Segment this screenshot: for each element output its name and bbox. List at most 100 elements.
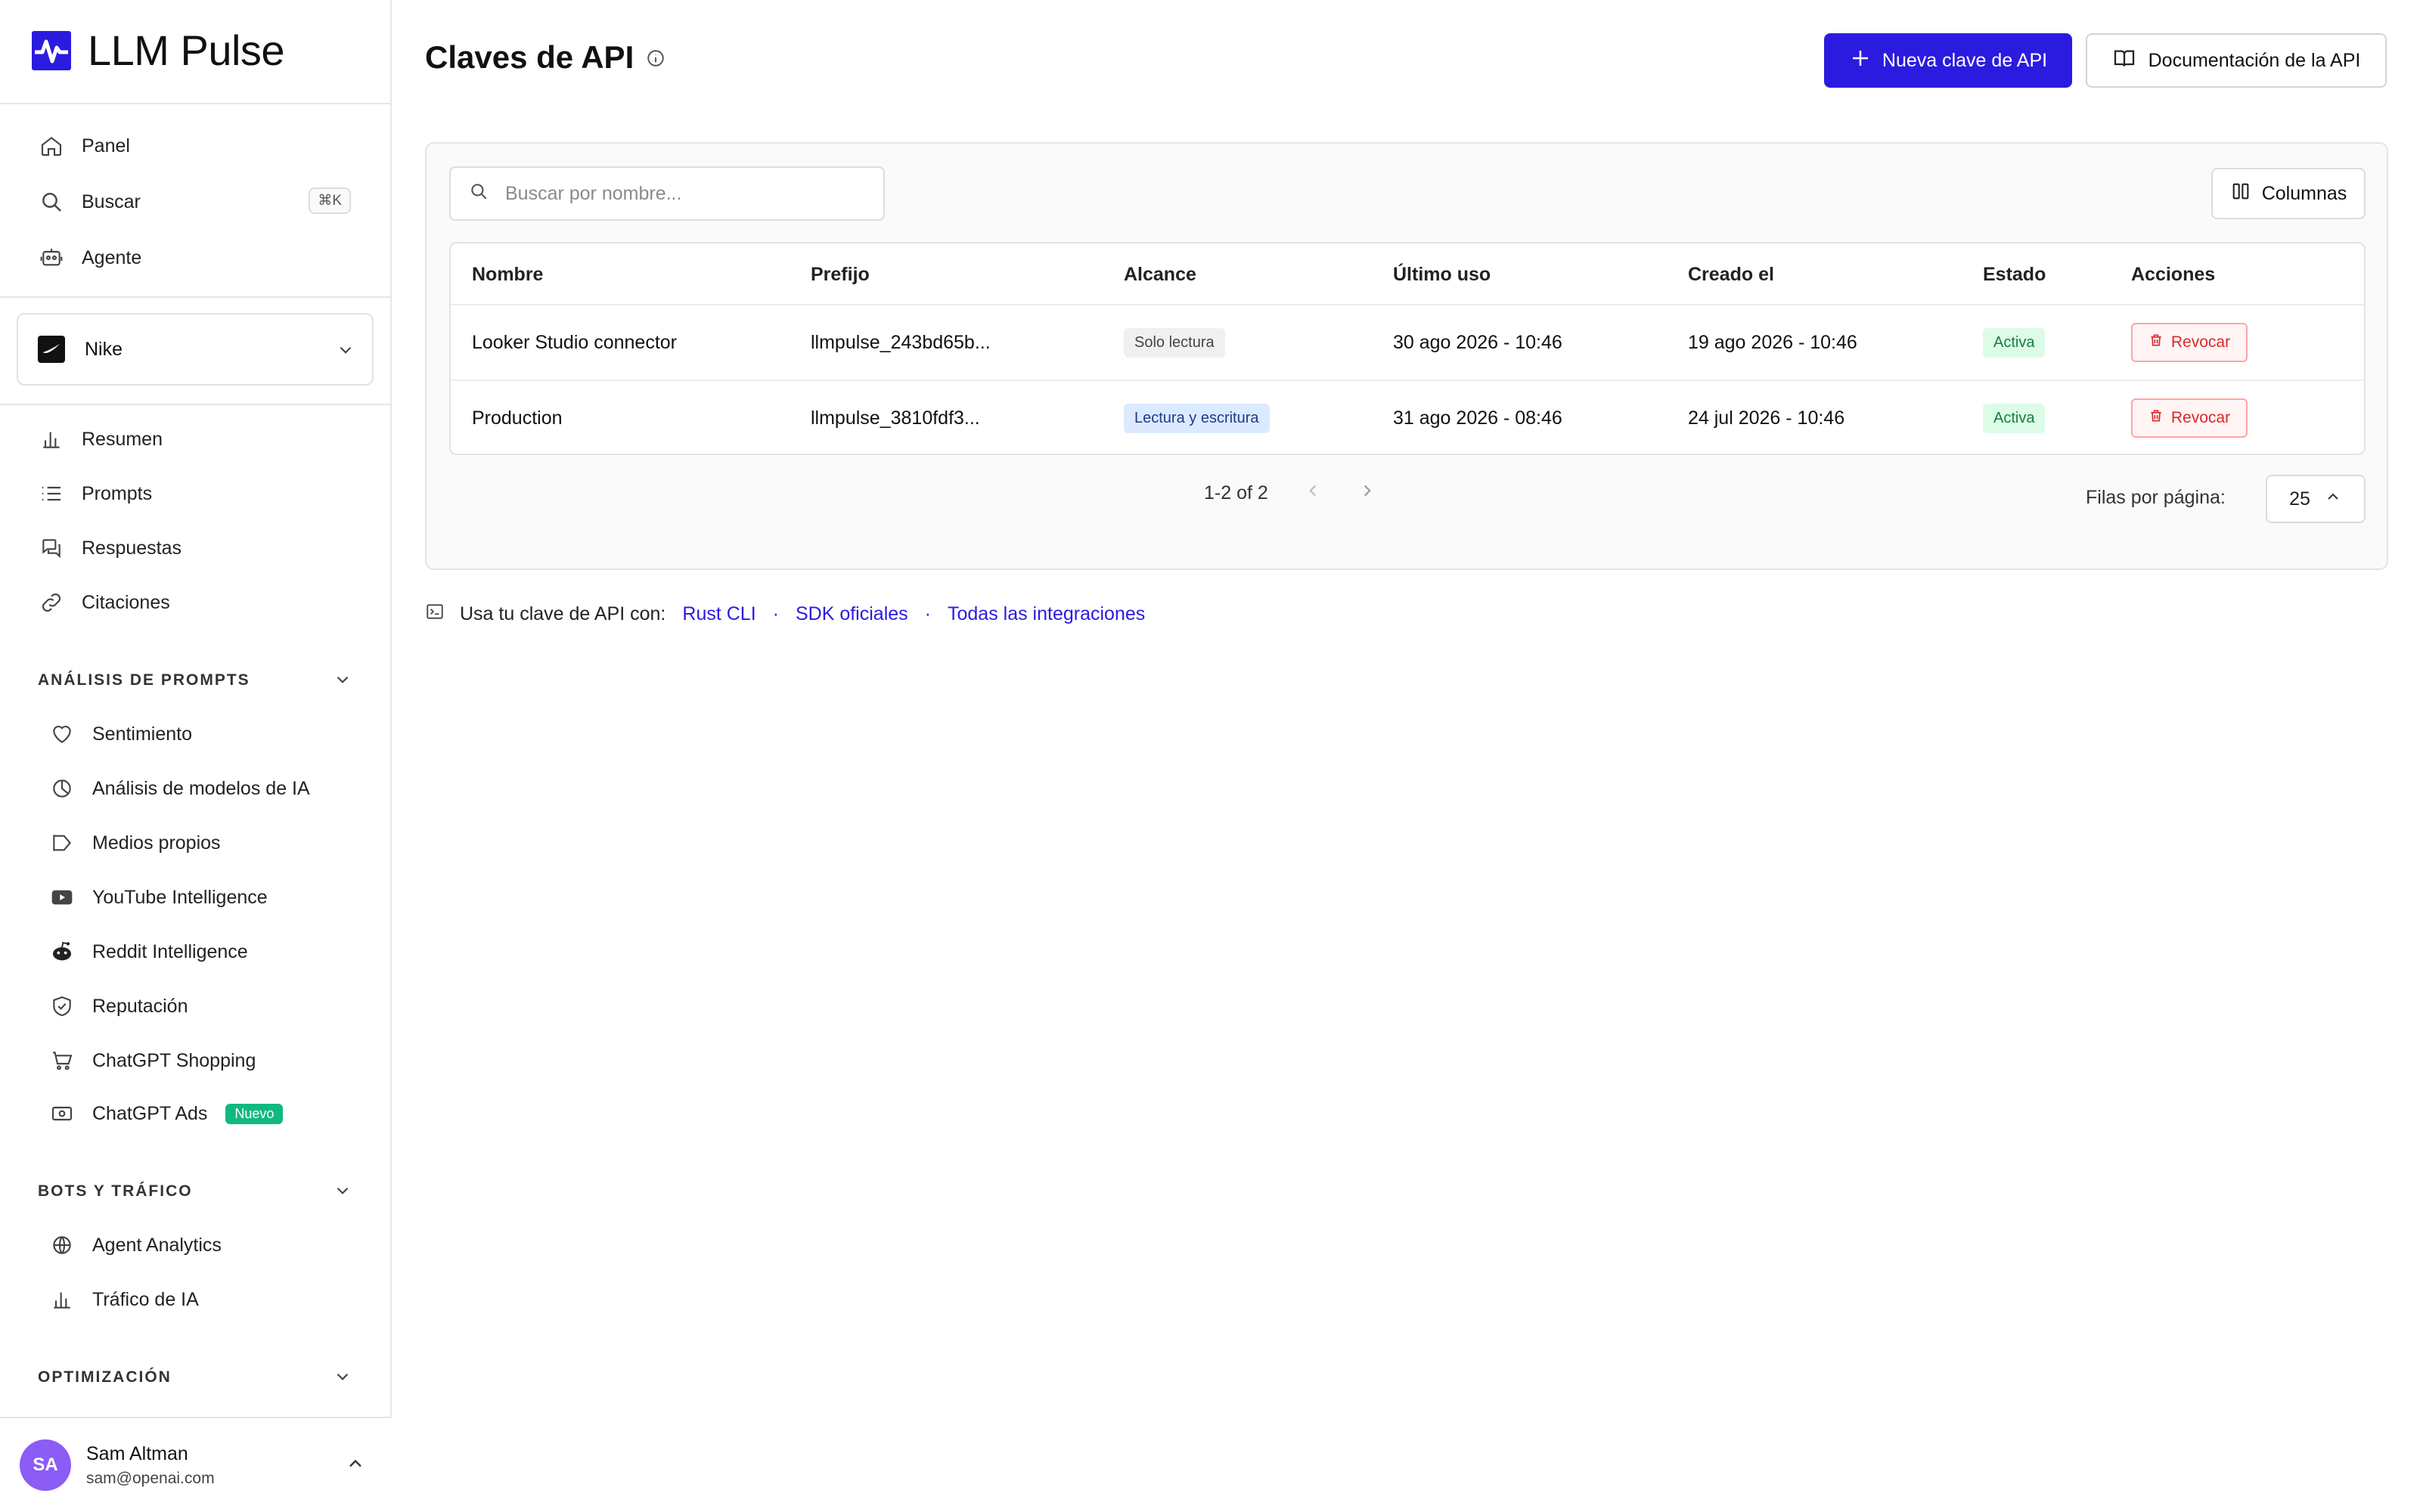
footer-prefix: Usa tu clave de API con: <box>460 603 666 624</box>
nav-item-label: YouTube Intelligence <box>92 886 268 908</box>
nav-item-citaciones[interactable]: Citaciones <box>38 584 170 621</box>
divider <box>0 404 392 405</box>
separator-dot: · <box>772 603 779 624</box>
column-header-ultimo-uso[interactable]: Último uso <box>1393 243 1491 305</box>
cart-icon <box>48 1047 76 1074</box>
cell-last-used: 30 ago 2026 - 10:46 <box>1393 331 1562 353</box>
nav-item-label: Reputación <box>92 995 188 1017</box>
new-api-key-button[interactable]: Nueva clave de API <box>1824 33 2072 88</box>
scope-badge: Lectura y escritura <box>1124 403 1270 433</box>
nav-item-analisis-modelos[interactable]: Análisis de modelos de IA <box>48 770 310 807</box>
nav-item-agent-analytics[interactable]: Agent Analytics <box>48 1226 222 1264</box>
api-docs-button[interactable]: Documentación de la API <box>2086 33 2387 88</box>
plus-icon <box>1849 47 1872 75</box>
heart-icon <box>48 720 76 748</box>
nav-item-label: Prompts <box>82 482 153 504</box>
cell-name: Production <box>472 407 563 429</box>
pie-chart-icon <box>48 775 76 802</box>
integrations-link[interactable]: Todas las integraciones <box>948 603 1145 625</box>
section-title-bots[interactable]: BOTS Y TRÁFICO <box>38 1182 193 1201</box>
status-badge: Activa <box>1983 403 2046 433</box>
trash-icon <box>2149 408 2164 428</box>
button-label: Nueva clave de API <box>1882 49 2048 71</box>
home-icon <box>38 132 65 160</box>
rows-per-page-select[interactable]: 25 <box>2266 475 2366 523</box>
nav-item-label: ChatGPT Ads <box>92 1102 208 1124</box>
search-icon <box>38 188 65 215</box>
list-icon <box>38 480 65 507</box>
logo[interactable]: LLM Pulse <box>32 26 285 75</box>
nav-item-agente[interactable]: Agente <box>38 239 141 277</box>
chevron-right-icon[interactable] <box>1357 481 1377 506</box>
trash-icon <box>2149 333 2164 352</box>
pulse-logo-icon <box>32 30 71 70</box>
nav-item-buscar[interactable]: Buscar <box>38 183 141 221</box>
cell-actions: Revocar <box>2131 381 2248 454</box>
new-badge: Nuevo <box>225 1103 284 1124</box>
nav-item-label: Agent Analytics <box>92 1234 222 1256</box>
nav-item-chatgpt-shopping[interactable]: ChatGPT Shopping <box>48 1042 256 1080</box>
api-keys-table: Nombre Prefijo Alcance Último uso Creado… <box>449 242 2366 455</box>
shield-icon <box>48 993 76 1020</box>
cell-actions: Revocar <box>2131 305 2248 380</box>
revoke-button[interactable]: Revocar <box>2131 323 2248 362</box>
nav-item-label: Respuestas <box>82 537 182 559</box>
column-header-creado-el[interactable]: Creado el <box>1688 243 1774 305</box>
rust-cli-link[interactable]: Rust CLI <box>682 603 755 625</box>
cell-scope: Solo lectura <box>1124 305 1225 380</box>
nav-item-label: Medios propios <box>92 832 221 854</box>
nav-item-reputacion[interactable]: Reputación <box>48 987 188 1025</box>
chat-icon <box>38 534 65 562</box>
column-header-alcance[interactable]: Alcance <box>1124 243 1196 305</box>
nav-item-label: Citaciones <box>82 591 170 613</box>
search-icon <box>469 181 489 206</box>
megaphone-icon <box>48 829 76 857</box>
table-row[interactable]: Production llmpulse_3810fdf3... Lectura … <box>451 380 2364 454</box>
column-header-acciones: Acciones <box>2131 263 2216 285</box>
brand-selector[interactable]: Nike <box>17 313 374 386</box>
chevron-down-icon[interactable] <box>333 670 352 695</box>
nav-item-label: Sentimiento <box>92 723 193 745</box>
column-header-estado[interactable]: Estado <box>1983 243 2046 305</box>
nav-item-reddit[interactable]: Reddit Intelligence <box>48 933 248 971</box>
chevron-down-icon[interactable] <box>333 1367 352 1392</box>
bar-chart-icon <box>38 426 65 453</box>
nav-item-panel[interactable]: Panel <box>38 127 130 165</box>
user-menu[interactable]: SA Sam Altman sam@openai.com <box>0 1417 392 1512</box>
nav-item-label: Análisis de modelos de IA <box>92 777 310 799</box>
nav-item-resumen[interactable]: Resumen <box>38 420 163 458</box>
nav-item-label: Reddit Intelligence <box>92 940 248 962</box>
robot-icon <box>38 244 65 271</box>
sidebar: LLM Pulse Panel Buscar ⌘K Agente Nike Re… <box>0 0 392 1512</box>
nav-item-medios-propios[interactable]: Medios propios <box>48 824 221 862</box>
nav-item-sentimiento[interactable]: Sentimiento <box>48 715 192 753</box>
chevron-down-icon[interactable] <box>333 1181 352 1206</box>
section-title-analisis[interactable]: ANÁLISIS DE PROMPTS <box>38 671 250 689</box>
brand-name: Nike <box>85 338 123 360</box>
column-header-prefijo[interactable]: Prefijo <box>811 243 870 305</box>
chevron-left-icon[interactable] <box>1303 481 1323 506</box>
table-row[interactable]: Looker Studio connector llmpulse_243bd65… <box>451 304 2364 380</box>
bar-chart-icon <box>48 1286 76 1313</box>
cell-name: Looker Studio connector <box>472 331 678 353</box>
nav-item-label: Agente <box>82 246 142 268</box>
column-header-nombre[interactable]: Nombre <box>472 243 543 305</box>
search-box[interactable] <box>449 166 885 221</box>
button-label: Revocar <box>2170 409 2231 426</box>
cell-prefix: llmpulse_243bd65b... <box>811 331 991 353</box>
nav-item-respuestas[interactable]: Respuestas <box>38 529 182 567</box>
nav-item-youtube[interactable]: YouTube Intelligence <box>48 878 268 916</box>
revoke-button[interactable]: Revocar <box>2131 398 2248 438</box>
cell-created: 24 jul 2026 - 10:46 <box>1688 407 1845 429</box>
section-title-optimizacion[interactable]: OPTIMIZACIÓN <box>38 1368 172 1387</box>
nav-item-trafico-ia[interactable]: Tráfico de IA <box>48 1281 199 1318</box>
nav-item-prompts[interactable]: Prompts <box>38 475 152 513</box>
reddit-icon <box>48 938 76 965</box>
nav-item-chatgpt-ads[interactable]: ChatGPT Ads Nuevo <box>48 1095 284 1132</box>
columns-button[interactable]: Columnas <box>2211 168 2366 219</box>
search-input[interactable] <box>505 182 865 205</box>
info-icon[interactable] <box>646 39 666 76</box>
status-badge: Activa <box>1983 327 2046 358</box>
sdk-link[interactable]: SDK oficiales <box>796 603 908 625</box>
columns-icon <box>2230 181 2251 207</box>
